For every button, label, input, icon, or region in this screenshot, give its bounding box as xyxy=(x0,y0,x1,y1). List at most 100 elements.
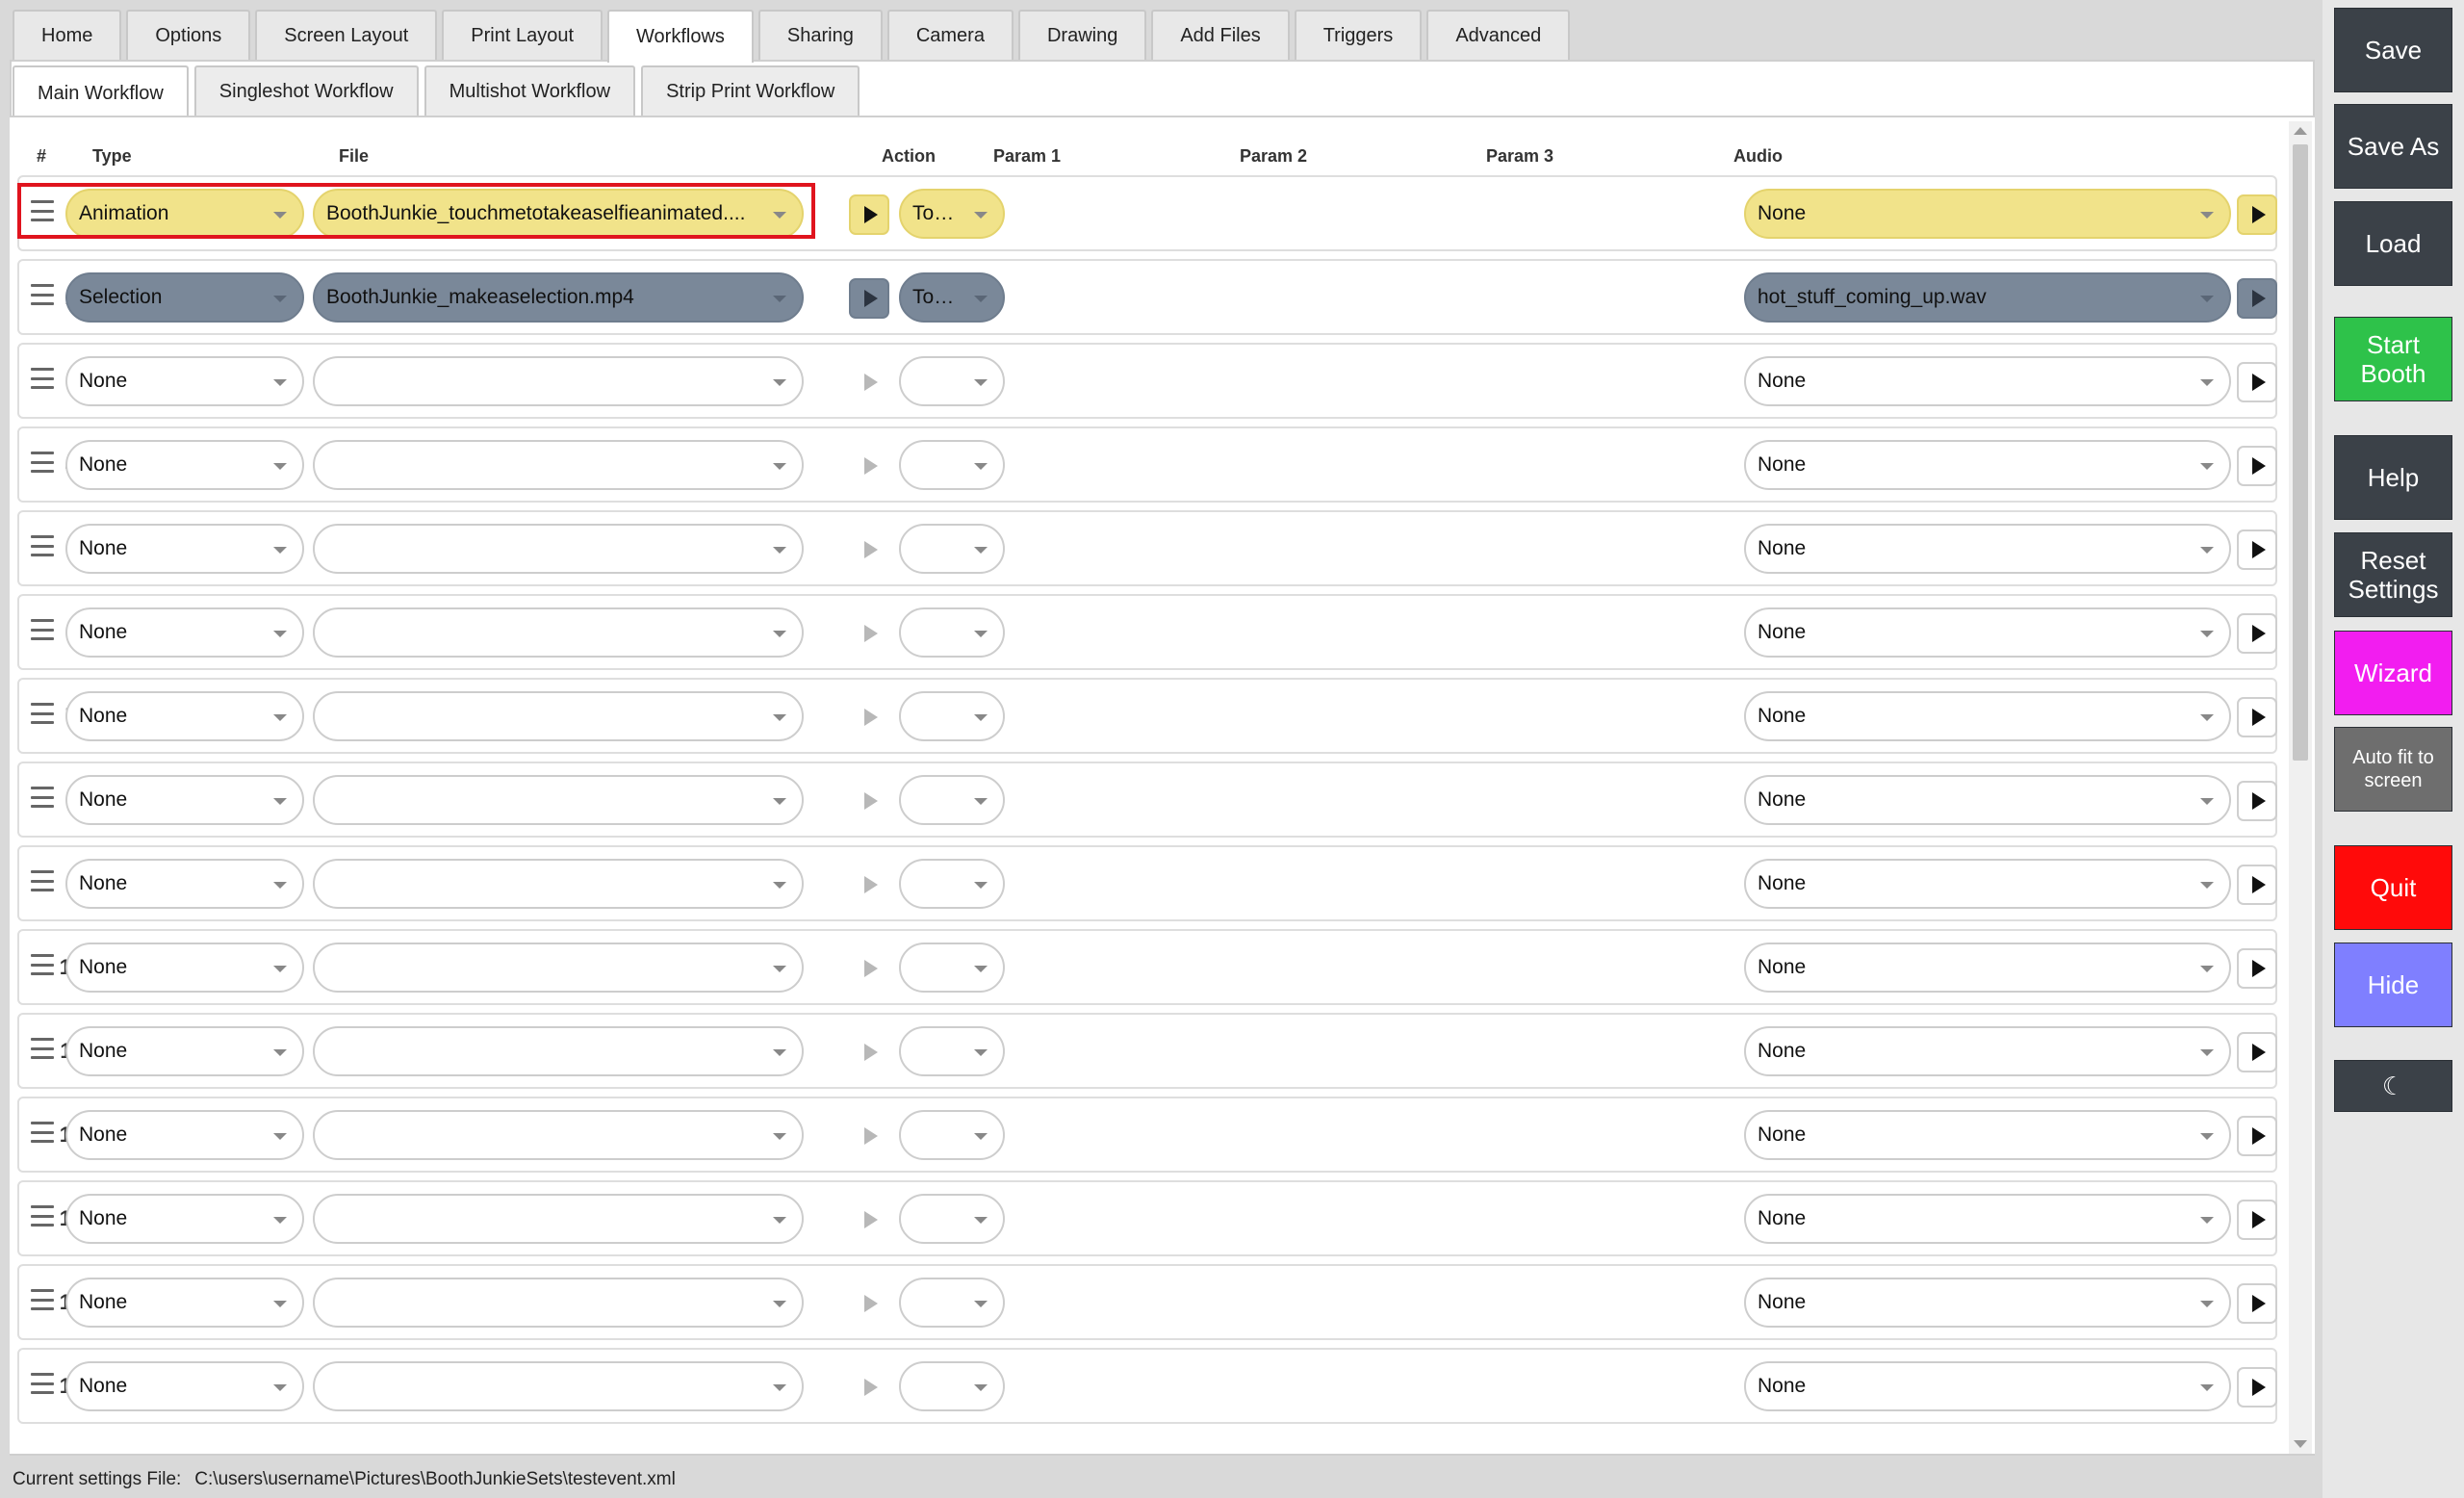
tab-drawing[interactable]: Drawing xyxy=(1017,10,1147,60)
drag-handle-icon[interactable] xyxy=(31,1289,54,1310)
file-dropdown[interactable] xyxy=(313,1194,804,1244)
file-dropdown[interactable] xyxy=(313,691,804,741)
action-dropdown[interactable] xyxy=(899,524,1005,574)
file-dropdown[interactable] xyxy=(313,1110,804,1160)
drag-handle-icon[interactable] xyxy=(31,1373,54,1394)
type-dropdown[interactable]: None xyxy=(65,524,304,574)
audio-dropdown[interactable]: None xyxy=(1744,1194,2231,1244)
preview-file-button[interactable] xyxy=(849,278,889,319)
dark-mode-button[interactable]: ☾ xyxy=(2334,1060,2452,1112)
preview-audio-button[interactable] xyxy=(2237,1032,2277,1072)
subtab-strip-print-workflow[interactable]: Strip Print Workflow xyxy=(641,65,860,116)
type-dropdown[interactable]: None xyxy=(65,440,304,490)
audio-dropdown[interactable]: hot_stuff_coming_up.wav xyxy=(1744,272,2231,323)
preview-file-button[interactable] xyxy=(849,1200,889,1240)
type-dropdown[interactable]: None xyxy=(65,1194,304,1244)
type-dropdown[interactable]: Animation xyxy=(65,189,304,239)
save-as-button[interactable]: Save As xyxy=(2334,104,2452,189)
tab-advanced[interactable]: Advanced xyxy=(1426,10,1571,60)
preview-audio-button[interactable] xyxy=(2237,613,2277,654)
audio-dropdown[interactable]: None xyxy=(1744,1110,2231,1160)
load-button[interactable]: Load xyxy=(2334,201,2452,286)
drag-handle-icon[interactable] xyxy=(31,535,54,556)
save-button[interactable]: Save xyxy=(2334,8,2452,92)
audio-dropdown[interactable]: None xyxy=(1744,859,2231,909)
preview-file-button[interactable] xyxy=(849,781,889,821)
type-dropdown[interactable]: None xyxy=(65,1026,304,1076)
drag-handle-icon[interactable] xyxy=(31,1038,54,1059)
tab-print-layout[interactable]: Print Layout xyxy=(442,10,603,60)
action-dropdown[interactable] xyxy=(899,1278,1005,1328)
file-dropdown[interactable] xyxy=(313,524,804,574)
audio-dropdown[interactable]: None xyxy=(1744,1278,2231,1328)
quit-button[interactable]: Quit xyxy=(2334,845,2452,930)
preview-file-button[interactable] xyxy=(849,948,889,989)
type-dropdown[interactable]: None xyxy=(65,1278,304,1328)
action-dropdown[interactable] xyxy=(899,1110,1005,1160)
drag-handle-icon[interactable] xyxy=(31,368,54,389)
audio-dropdown[interactable]: None xyxy=(1744,607,2231,658)
action-dropdown[interactable] xyxy=(899,859,1005,909)
action-dropdown[interactable] xyxy=(899,440,1005,490)
type-dropdown[interactable]: None xyxy=(65,691,304,741)
preview-file-button[interactable] xyxy=(849,362,889,402)
drag-handle-icon[interactable] xyxy=(31,284,54,305)
scroll-up-icon[interactable] xyxy=(2294,127,2307,135)
type-dropdown[interactable]: None xyxy=(65,859,304,909)
preview-audio-button[interactable] xyxy=(2237,1200,2277,1240)
action-dropdown[interactable]: Touch xyxy=(899,272,1005,323)
file-dropdown[interactable] xyxy=(313,859,804,909)
tab-camera[interactable]: Camera xyxy=(886,10,1014,60)
subtab-main-workflow[interactable]: Main Workflow xyxy=(13,65,189,119)
preview-audio-button[interactable] xyxy=(2237,1283,2277,1324)
preview-audio-button[interactable] xyxy=(2237,278,2277,319)
file-dropdown[interactable] xyxy=(313,356,804,406)
help-button[interactable]: Help xyxy=(2334,435,2452,520)
type-dropdown[interactable]: None xyxy=(65,356,304,406)
preview-audio-button[interactable] xyxy=(2237,1116,2277,1156)
preview-audio-button[interactable] xyxy=(2237,529,2277,570)
tab-sharing[interactable]: Sharing xyxy=(757,10,883,60)
scroll-thumb[interactable] xyxy=(2293,144,2308,761)
file-dropdown[interactable]: BoothJunkie_makeaselection.mp4 xyxy=(313,272,804,323)
preview-audio-button[interactable] xyxy=(2237,865,2277,905)
file-dropdown[interactable] xyxy=(313,775,804,825)
hide-button[interactable]: Hide xyxy=(2334,943,2452,1027)
preview-audio-button[interactable] xyxy=(2237,781,2277,821)
audio-dropdown[interactable]: None xyxy=(1744,943,2231,993)
audio-dropdown[interactable]: None xyxy=(1744,691,2231,741)
preview-audio-button[interactable] xyxy=(2237,1367,2277,1408)
vertical-scrollbar[interactable] xyxy=(2289,121,2312,1454)
action-dropdown[interactable] xyxy=(899,1194,1005,1244)
tab-screen-layout[interactable]: Screen Layout xyxy=(255,10,438,60)
preview-file-button[interactable] xyxy=(849,1283,889,1324)
drag-handle-icon[interactable] xyxy=(31,703,54,724)
drag-handle-icon[interactable] xyxy=(31,452,54,473)
type-dropdown[interactable]: None xyxy=(65,943,304,993)
audio-dropdown[interactable]: None xyxy=(1744,1361,2231,1411)
drag-handle-icon[interactable] xyxy=(31,200,54,221)
preview-audio-button[interactable] xyxy=(2237,194,2277,235)
tab-home[interactable]: Home xyxy=(13,10,122,60)
type-dropdown[interactable]: None xyxy=(65,1361,304,1411)
scroll-down-icon[interactable] xyxy=(2294,1440,2307,1448)
action-dropdown[interactable] xyxy=(899,356,1005,406)
action-dropdown[interactable] xyxy=(899,943,1005,993)
action-dropdown[interactable] xyxy=(899,775,1005,825)
subtab-singleshot-workflow[interactable]: Singleshot Workflow xyxy=(193,65,419,116)
preview-file-button[interactable] xyxy=(849,613,889,654)
drag-handle-icon[interactable] xyxy=(31,787,54,808)
audio-dropdown[interactable]: None xyxy=(1744,1026,2231,1076)
audio-dropdown[interactable]: None xyxy=(1744,524,2231,574)
audio-dropdown[interactable]: None xyxy=(1744,356,2231,406)
preview-file-button[interactable] xyxy=(849,1032,889,1072)
drag-handle-icon[interactable] xyxy=(31,619,54,640)
wizard-button[interactable]: Wizard xyxy=(2334,631,2452,715)
audio-dropdown[interactable]: None xyxy=(1744,440,2231,490)
action-dropdown[interactable]: Touch xyxy=(899,189,1005,239)
type-dropdown[interactable]: None xyxy=(65,1110,304,1160)
preview-file-button[interactable] xyxy=(849,865,889,905)
preview-audio-button[interactable] xyxy=(2237,697,2277,737)
start-booth-button[interactable]: Start Booth xyxy=(2334,317,2452,401)
preview-file-button[interactable] xyxy=(849,1116,889,1156)
